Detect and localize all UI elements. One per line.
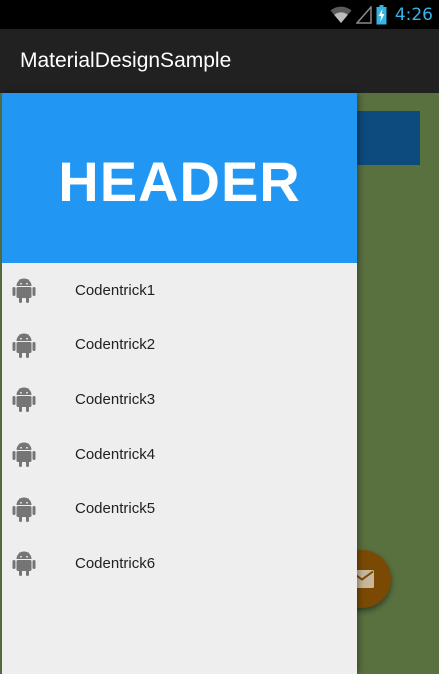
drawer-item-label: Codentrick3 — [75, 390, 156, 408]
drawer-item-codentrick1[interactable]: Codentrick1 — [2, 263, 357, 318]
drawer-item-label: Codentrick2 — [75, 336, 156, 354]
drawer-item-label: Codentrick5 — [75, 500, 156, 518]
status-bar: 4:26 — [0, 0, 439, 29]
drawer-item-label: Codentrick4 — [75, 445, 156, 463]
signal-icon — [355, 6, 372, 24]
wifi-icon — [330, 6, 352, 23]
battery-charging-icon — [376, 5, 387, 25]
status-time: 4:26 — [394, 5, 433, 25]
android-icon — [12, 333, 36, 358]
drawer-item-codentrick2[interactable]: Codentrick2 — [2, 318, 357, 373]
drawer-item-codentrick3[interactable]: Codentrick3 — [2, 372, 357, 427]
android-icon — [12, 387, 36, 413]
android-icon — [12, 278, 36, 304]
android-icon — [12, 442, 36, 468]
drawer-item-codentrick5[interactable]: Codentrick5 — [2, 481, 357, 536]
app-title: MaterialDesignSample — [20, 49, 232, 72]
android-icon — [12, 551, 36, 577]
drawer-item-label: Codentrick6 — [75, 554, 156, 572]
action-bar: MaterialDesignSample — [0, 29, 439, 93]
drawer-item-codentrick6[interactable]: Codentrick6 — [2, 536, 357, 591]
drawer-item-codentrick4[interactable]: Codentrick4 — [2, 427, 357, 482]
drawer-header-title: HEADER — [58, 149, 301, 213]
drawer-item-label: Codentrick1 — [75, 281, 156, 299]
drawer-menu-list: Codentrick1 Codentrick2 Codentrick3 Code… — [2, 263, 357, 591]
status-icons: 4:26 — [330, 3, 433, 27]
navigation-drawer: HEADER Codentrick1 Codentrick2 Codentric… — [2, 93, 357, 674]
drawer-header: HEADER — [2, 93, 357, 263]
content-card — [357, 111, 420, 165]
android-icon — [12, 497, 36, 522]
device-screen: 4:26 MaterialDesignSample HEADER Codentr… — [0, 0, 439, 674]
